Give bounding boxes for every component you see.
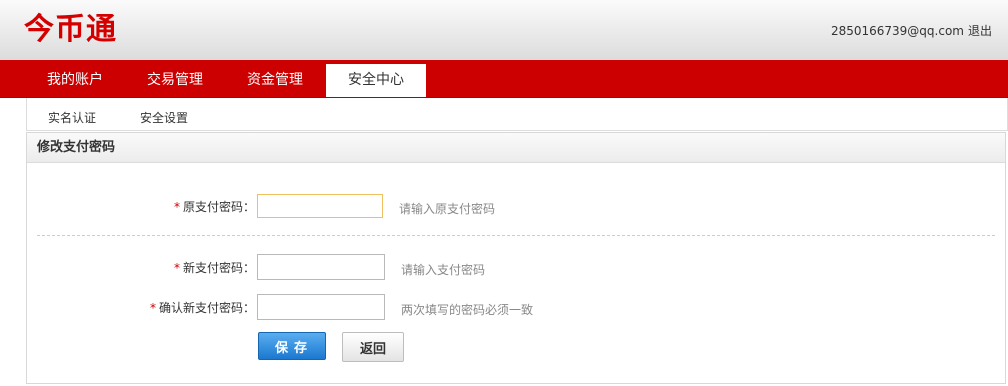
- panel-title: 修改支付密码: [27, 133, 1005, 163]
- user-info: 2850166739@qq.com 退出: [831, 22, 992, 39]
- logout-link[interactable]: 退出: [968, 24, 992, 38]
- required-mark: *: [173, 261, 180, 275]
- back-button[interactable]: 返回: [342, 332, 404, 362]
- confirm-password-label-text: 确认新支付密码：: [158, 301, 255, 315]
- tab-my-account[interactable]: 我的账户: [26, 64, 124, 97]
- main-nav: 我的账户 交易管理 资金管理 安全中心: [0, 60, 1008, 98]
- new-password-label-text: 新支付密码：: [182, 261, 255, 275]
- save-button[interactable]: 保存: [258, 332, 326, 360]
- logo[interactable]: 今币通: [24, 12, 117, 48]
- new-password-hint: 请输入支付密码: [401, 263, 486, 277]
- confirm-password-hint: 两次填写的密码必须一致: [401, 303, 534, 317]
- confirm-password-input[interactable]: [257, 294, 385, 320]
- subnav-real-name-auth[interactable]: 实名认证: [48, 109, 96, 126]
- required-mark: *: [173, 200, 180, 214]
- tab-fund-management[interactable]: 资金管理: [226, 64, 324, 97]
- new-password-input[interactable]: [257, 254, 385, 280]
- top-header: 今币通 2850166739@qq.com 退出: [0, 0, 1008, 60]
- change-pay-password-panel: 修改支付密码 * 原支付密码： 请输入原支付密码 * 新支付密码： 请输入支付密码 …: [26, 132, 1006, 384]
- subnav-security-settings[interactable]: 安全设置: [140, 109, 188, 126]
- old-password-hint: 请输入原支付密码: [399, 202, 496, 216]
- old-password-label: * 原支付密码：: [27, 198, 255, 215]
- old-password-input[interactable]: [257, 194, 383, 218]
- new-password-label: * 新支付密码：: [27, 259, 255, 276]
- user-email: 2850166739@qq.com: [830, 24, 964, 38]
- divider: [37, 235, 995, 236]
- tab-security-center[interactable]: 安全中心: [326, 64, 426, 97]
- required-mark: *: [149, 301, 156, 315]
- sub-nav: 实名认证 安全设置: [26, 98, 1008, 131]
- confirm-password-label: * 确认新支付密码：: [27, 299, 255, 316]
- old-password-label-text: 原支付密码：: [182, 200, 255, 214]
- tab-trade-management[interactable]: 交易管理: [126, 64, 224, 97]
